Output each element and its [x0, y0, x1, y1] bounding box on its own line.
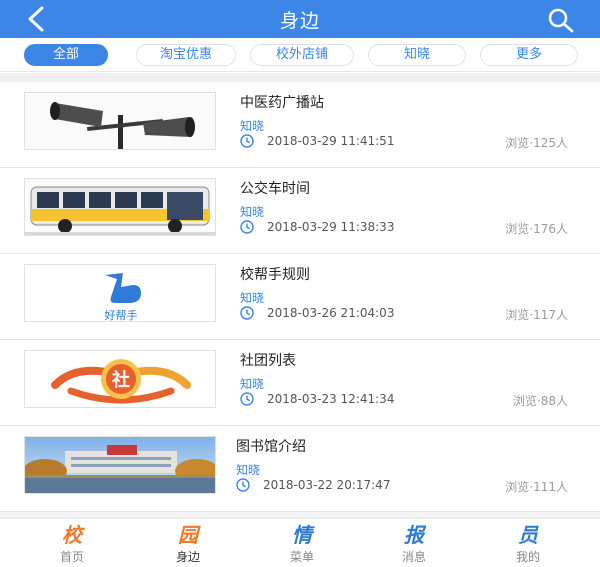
list-item[interactable]: 中医药广播站 知晓 2018-03-29 11:41:51 浏览·125人 — [0, 82, 600, 168]
item-date: 2018-03-26 21:04:03 — [267, 306, 395, 320]
bus-image — [24, 178, 216, 236]
item-views: 浏览·125人 — [505, 136, 568, 150]
clock-icon — [236, 478, 250, 492]
item-views: 浏览·176人 — [505, 222, 568, 236]
search-icon[interactable] — [546, 6, 576, 34]
bottom-tab-bar: 校 首页 园 身边 情 菜单 报 消息 员 我的 — [0, 518, 600, 566]
svg-text:员: 员 — [518, 523, 539, 545]
tab-menu-label: 菜单 — [289, 550, 314, 564]
clock-icon — [240, 306, 254, 320]
list-item[interactable]: 社 社团列表 知晓 2018-03-23 12:41:34 浏览·88人 — [0, 340, 600, 426]
helper-logo-image: 好帮手 — [24, 264, 216, 322]
page-title: 身边 — [279, 10, 320, 32]
tab-taobao-deals[interactable]: 淘宝优惠 — [136, 44, 236, 66]
tab-messages-label: 消息 — [401, 550, 426, 564]
item-date: 2018-03-29 11:38:33 — [267, 220, 395, 234]
loudspeaker-image — [24, 92, 216, 150]
list-item[interactable]: 好帮手 校帮手规则 知晓 2018-03-26 21:04:03 浏览·117人 — [0, 254, 600, 340]
item-views: 浏览·88人 — [512, 394, 568, 408]
tab-messages[interactable]: 报 消息 — [374, 519, 454, 567]
header-bar: 身边 — [0, 0, 600, 38]
item-date: 2018-03-22 20:17:47 — [263, 478, 391, 492]
item-title: 公交车时间 — [240, 181, 310, 197]
emotion-glyph-icon: 情 — [292, 523, 315, 545]
tab-menu[interactable]: 情 菜单 — [262, 519, 342, 567]
clock-icon — [240, 134, 254, 148]
tab-zhixiao[interactable]: 知晓 — [368, 44, 466, 66]
item-date: 2018-03-29 11:41:51 — [267, 134, 395, 148]
tab-nearby-label: 身边 — [175, 550, 200, 564]
tab-home[interactable]: 校 首页 — [32, 519, 112, 567]
garden-glyph-icon: 园 — [178, 523, 201, 545]
item-source: 知晓 — [236, 463, 261, 477]
member-glyph-icon: 员 — [518, 523, 539, 545]
svg-text:好帮手: 好帮手 — [105, 308, 138, 322]
tab-more[interactable]: 更多 — [480, 44, 578, 66]
svg-text:社: 社 — [112, 369, 130, 391]
tab-offcampus-shops[interactable]: 校外店铺 — [250, 44, 354, 66]
item-source: 知晓 — [240, 205, 265, 219]
item-date: 2018-03-23 12:41:34 — [267, 392, 395, 406]
item-source: 知晓 — [240, 119, 265, 133]
tab-nearby[interactable]: 园 身边 — [148, 519, 228, 567]
svg-text:报: 报 — [404, 523, 427, 545]
svg-text:园: 园 — [178, 523, 201, 545]
svg-text:校: 校 — [62, 523, 85, 545]
divider — [0, 73, 600, 82]
item-title: 中医药广播站 — [240, 95, 324, 111]
library-image — [24, 436, 216, 494]
category-tabs: 全部 淘宝优惠 校外店铺 知晓 更多 — [0, 38, 600, 72]
tab-me[interactable]: 员 我的 — [488, 519, 568, 567]
tab-home-label: 首页 — [59, 550, 84, 564]
list-item[interactable]: 公交车时间 知晓 2018-03-29 11:38:33 浏览·176人 — [0, 168, 600, 254]
report-glyph-icon: 报 — [404, 523, 427, 545]
club-logo-image: 社 — [24, 350, 216, 408]
clock-icon — [240, 392, 254, 406]
item-views: 浏览·117人 — [505, 308, 568, 322]
item-title: 校帮手规则 — [240, 267, 310, 283]
clock-icon — [240, 220, 254, 234]
item-views: 浏览·111人 — [505, 480, 568, 494]
list-item[interactable]: 图书馆介绍 知晓 2018-03-22 20:17:47 浏览·111人 — [0, 426, 600, 512]
item-title: 社团列表 — [240, 353, 296, 369]
item-title: 图书馆介绍 — [236, 439, 306, 455]
svg-text:情: 情 — [292, 523, 315, 545]
tab-all[interactable]: 全部 — [24, 44, 108, 66]
item-source: 知晓 — [240, 377, 265, 391]
item-source: 知晓 — [240, 291, 265, 305]
campus-glyph-icon: 校 — [62, 523, 85, 545]
tab-me-label: 我的 — [515, 550, 540, 564]
